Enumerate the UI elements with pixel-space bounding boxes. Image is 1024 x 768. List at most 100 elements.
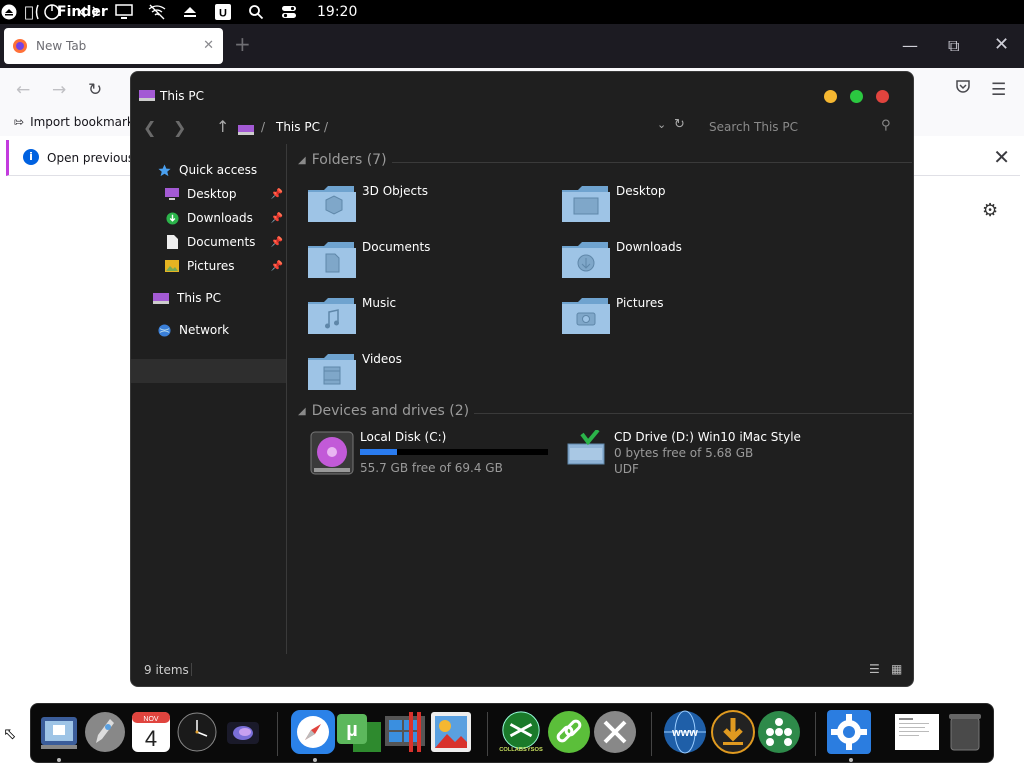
pin-icon[interactable]: 📌 (271, 237, 283, 248)
u-app-icon[interactable]: U (214, 3, 232, 21)
history-dropdown-icon[interactable]: ⌄ (657, 118, 666, 131)
search-magnifier-icon[interactable]: ⚲ (881, 118, 891, 133)
folder-desktop[interactable]: Desktop (562, 184, 666, 222)
folder-videos[interactable]: Videos (308, 352, 402, 390)
utorrent-app-icon[interactable]: µ (337, 710, 381, 754)
this-pc-label: This PC (177, 291, 221, 305)
settings-app-icon[interactable] (827, 710, 871, 754)
collapse-triangle-icon[interactable]: ◢ (298, 406, 306, 417)
calendar-day: 4 (145, 726, 157, 751)
wifi-off-icon[interactable] (148, 3, 166, 21)
breadcrumb-this-pc[interactable]: This PC (276, 120, 320, 134)
tab-new-tab[interactable]: New Tab ✕ (4, 28, 223, 64)
folder-music[interactable]: Music (308, 296, 396, 334)
status-area: U 19:20 (0, 0, 782, 24)
maximize-button[interactable] (850, 90, 863, 103)
windows-apps-icon[interactable] (383, 710, 427, 754)
minimize-icon[interactable]: — (902, 36, 918, 55)
eject-icon[interactable] (181, 3, 199, 21)
minimize-button[interactable] (824, 90, 837, 103)
sidebar-item-network[interactable]: Network (157, 319, 229, 341)
explorer-window: This PC ❮ ❯ ↑ / This PC / ⌄ ↻ Search Thi… (130, 71, 914, 687)
sidebar-item-quick-access[interactable]: Quick access (157, 159, 257, 181)
pin-icon[interactable]: 📌 (271, 213, 283, 224)
calendar-app-icon[interactable]: NOV 4 (129, 710, 173, 754)
menu-bar:  Finder U 19:20 (0, 0, 1024, 24)
sidebar-item-documents[interactable]: Documents 📌 (165, 231, 287, 253)
crumb-separator: / (261, 120, 266, 134)
pocket-icon[interactable] (955, 78, 971, 99)
back-arrow-icon[interactable]: ❮ (143, 118, 156, 137)
close-tab-icon[interactable]: ✕ (203, 38, 214, 53)
back-icon[interactable]: ← (16, 80, 30, 100)
folder-label: Desktop (616, 184, 666, 198)
sidebar-item-pictures[interactable]: Pictures 📌 (165, 255, 287, 277)
sidebar-item-desktop[interactable]: Desktop 📌 (165, 183, 287, 205)
drive-local-disk-c[interactable]: Local Disk (C:) 55.7 GB free of 69.4 GB (310, 430, 550, 480)
details-view-icon[interactable]: ☰ (869, 662, 880, 676)
search-icon[interactable] (247, 3, 265, 21)
devices-group-header[interactable]: ◢ Devices and drives (2) (298, 403, 912, 419)
folder-label: Documents (362, 240, 431, 254)
close-notification-icon[interactable]: ✕ (993, 145, 1010, 169)
pin-icon[interactable]: 📌 (271, 189, 283, 200)
safari-app-icon[interactable] (291, 710, 335, 754)
new-tab-plus-icon[interactable]: + (234, 32, 251, 56)
desktop-icon (165, 187, 179, 201)
clock-app-icon[interactable] (175, 710, 219, 754)
trash-icon[interactable] (943, 710, 987, 754)
power-icon[interactable] (33, 3, 63, 21)
sidebar-item-downloads[interactable]: Downloads 📌 (165, 207, 287, 229)
close-button[interactable] (876, 90, 889, 103)
collabsysos-app-icon[interactable]: COLLABSYSOS (499, 710, 543, 754)
svg-text:U: U (219, 8, 227, 20)
system-tools-app-icon[interactable] (593, 710, 637, 754)
folders-group-header[interactable]: ◢ Folders (7) (298, 152, 912, 168)
collab-label: COLLABSYSOS (499, 747, 543, 753)
folders-header-label: Folders (7) (311, 152, 387, 168)
folder-3d-objects[interactable]: 3D Objects (308, 184, 428, 222)
sidebar-item-this-pc[interactable]: This PC (153, 287, 221, 309)
forward-arrow-icon[interactable]: ❯ (173, 118, 186, 137)
siri-app-icon[interactable] (221, 710, 265, 754)
up-arrow-icon[interactable]: ↑ (216, 117, 229, 136)
www-app-icon[interactable]: www (663, 710, 707, 754)
running-indicator (849, 758, 853, 762)
eject-circle-icon[interactable] (0, 3, 18, 21)
dock-separator (815, 712, 816, 756)
community-app-icon[interactable] (757, 710, 801, 754)
folder-pictures[interactable]: Pictures (562, 296, 664, 334)
close-window-icon[interactable]: ✕ (994, 34, 1009, 55)
refresh-icon[interactable]: ↻ (674, 117, 685, 132)
dock: NOV 4 µ COLLABSYSOS www (30, 703, 994, 763)
control-center-icon[interactable] (280, 3, 298, 21)
app-menu-icon[interactable]: ☰ (991, 80, 1006, 100)
document-window-thumbnail[interactable] (895, 710, 939, 754)
display-icon[interactable] (115, 3, 133, 21)
collapse-triangle-icon[interactable]: ◢ (298, 155, 306, 166)
restore-icon[interactable]: ⧉ (948, 36, 959, 56)
gear-icon[interactable]: ⚙ (982, 200, 998, 221)
crumb-separator-end: / (324, 120, 329, 134)
downloader-app-icon[interactable] (711, 710, 755, 754)
folder-downloads[interactable]: Downloads (562, 240, 682, 278)
svg-text:www: www (671, 727, 698, 739)
code-icon[interactable] (78, 3, 100, 21)
search-input[interactable]: Search This PC (709, 120, 798, 134)
drive-free-space: 0 bytes free of 5.68 GB (614, 446, 754, 460)
launchpad-app-icon[interactable] (83, 710, 127, 754)
folder-documents[interactable]: Documents (308, 240, 430, 278)
menubar-clock[interactable]: 19:20 (317, 4, 357, 20)
status-bar: 9 items ☰ ▦ (131, 654, 913, 686)
pin-icon[interactable]: 📌 (271, 261, 283, 272)
window-title: This PC (160, 89, 204, 103)
drive-cd-d[interactable]: CD Drive (D:) Win10 iMac Style 0 bytes f… (564, 428, 864, 480)
photos-app-icon[interactable] (429, 710, 473, 754)
link-app-icon[interactable] (547, 710, 591, 754)
computer-icon (139, 90, 155, 101)
folder-label: Pictures (616, 296, 664, 310)
reload-icon[interactable]: ↻ (88, 80, 102, 100)
forward-icon[interactable]: → (52, 80, 66, 100)
tiles-view-icon[interactable]: ▦ (891, 662, 902, 676)
finder-app-icon[interactable] (37, 710, 81, 754)
